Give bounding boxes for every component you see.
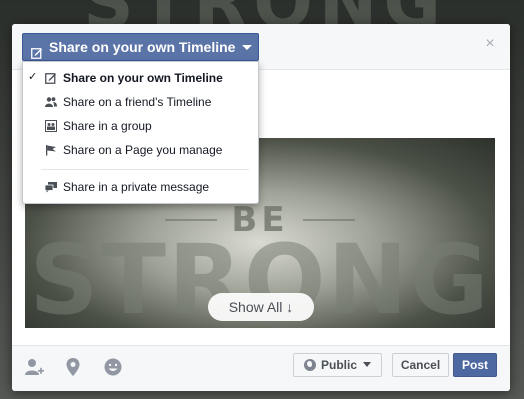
share-destination-label: Share on your own Timeline (49, 39, 236, 55)
audience-selector-button[interactable]: Public (293, 353, 382, 377)
chevron-down-icon (363, 362, 371, 367)
menu-item-label: Share on a Page you manage (63, 143, 223, 157)
compose-icon (45, 72, 57, 84)
dialog-footer: Public Cancel Post (12, 345, 510, 391)
menu-item-private-message[interactable]: Share in a private message (23, 176, 258, 198)
menu-item-label: Share on a friend's Timeline (63, 95, 212, 109)
globe-icon (303, 359, 316, 371)
menu-item-friend-timeline[interactable]: Share on a friend's Timeline (23, 91, 258, 113)
menu-divider (41, 169, 249, 170)
checkmark-icon: ✓ (28, 71, 38, 83)
cancel-button[interactable]: Cancel (392, 353, 449, 377)
menu-item-page[interactable]: Share on a Page you manage (23, 139, 258, 161)
audience-label: Public (320, 358, 357, 372)
tag-friends-icon[interactable] (23, 356, 45, 378)
chevron-down-icon (242, 45, 252, 50)
flag-icon (45, 144, 57, 156)
menu-item-own-timeline[interactable]: ✓ Share on your own Timeline (23, 67, 258, 89)
message-icon (44, 181, 57, 193)
post-button[interactable]: Post (453, 353, 497, 377)
menu-item-label: Share on your own Timeline (63, 71, 223, 85)
close-icon[interactable]: × (482, 36, 498, 52)
location-pin-icon[interactable] (62, 356, 84, 378)
menu-item-label: Share in a group (63, 119, 152, 133)
group-icon (45, 120, 57, 132)
friends-icon (45, 96, 57, 108)
menu-item-group[interactable]: Share in a group (23, 115, 258, 137)
menu-item-label: Share in a private message (63, 180, 210, 194)
share-destination-button[interactable]: Share on your own Timeline (22, 33, 259, 61)
emoji-icon[interactable] (102, 356, 124, 378)
share-destination-menu: ✓ Share on your own Timeline Share on a … (22, 61, 259, 204)
show-all-button[interactable]: Show All ↓ (208, 293, 314, 321)
